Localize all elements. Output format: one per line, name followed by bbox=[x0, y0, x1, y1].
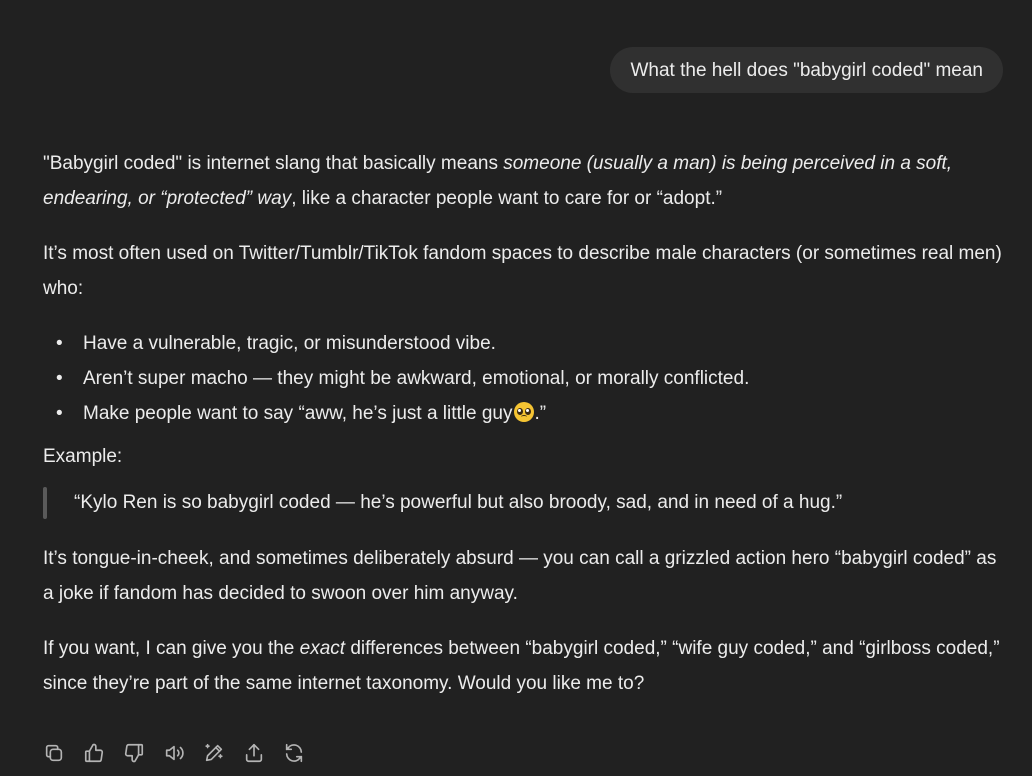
share-icon bbox=[245, 743, 263, 763]
bullet-list: • Have a vulnerable, tragic, or misunder… bbox=[43, 326, 1008, 431]
thumbs-down-button[interactable] bbox=[123, 739, 163, 767]
copy-button[interactable] bbox=[43, 739, 83, 767]
assistant-paragraph-1: "Babygirl coded" is internet slang that … bbox=[43, 146, 1008, 216]
assistant-paragraph-2: It’s most often used on Twitter/Tumblr/T… bbox=[43, 243, 1002, 299]
read-aloud-icon bbox=[165, 745, 184, 761]
paragraph-text: , like a character people want to care f… bbox=[291, 188, 723, 209]
regenerate-icon bbox=[285, 743, 303, 763]
pleading-face-emoji bbox=[513, 402, 534, 422]
read-aloud-button[interactable] bbox=[163, 739, 203, 767]
message-actions-bar bbox=[43, 739, 323, 767]
assistant-message: "Babygirl coded" is internet slang that … bbox=[43, 146, 1008, 701]
list-item-text-end: .” bbox=[534, 403, 547, 424]
regenerate-button[interactable] bbox=[283, 739, 323, 767]
blockquote: “Kylo Ren is so babygirl coded — he’s po… bbox=[43, 485, 1008, 521]
user-message-row: What the hell does "babygirl coded" mean bbox=[610, 47, 1003, 93]
list-item-text: Have a vulnerable, tragic, or misunderst… bbox=[83, 333, 496, 354]
list-item: • Make people want to say “aww, he’s jus… bbox=[43, 396, 1008, 431]
list-item: • Aren’t super macho — they might be awk… bbox=[43, 361, 1008, 396]
share-button[interactable] bbox=[243, 739, 283, 767]
blockquote-text: “Kylo Ren is so babygirl coded — he’s po… bbox=[74, 492, 843, 513]
paragraph-italic-text: exact bbox=[299, 638, 346, 659]
copy-icon bbox=[45, 744, 63, 762]
edit-button[interactable] bbox=[203, 739, 243, 767]
assistant-paragraph-3: It’s tongue-in-cheek, and sometimes deli… bbox=[43, 548, 997, 604]
thumbs-up-button[interactable] bbox=[83, 739, 123, 767]
example-label: Example: bbox=[43, 446, 123, 467]
user-message-bubble: What the hell does "babygirl coded" mean bbox=[610, 47, 1003, 93]
thumbs-down-icon bbox=[124, 743, 144, 763]
paragraph-text: "Babygirl coded" is internet slang that … bbox=[43, 153, 504, 174]
bullet-marker: • bbox=[56, 368, 63, 389]
list-item: • Have a vulnerable, tragic, or misunder… bbox=[43, 326, 1008, 361]
blockquote-bar bbox=[43, 487, 47, 519]
edit-icon bbox=[205, 743, 223, 762]
list-item-text: Aren’t super macho — they might be awkwa… bbox=[83, 368, 750, 389]
thumbs-up-icon bbox=[84, 743, 104, 763]
bullet-marker: • bbox=[56, 403, 63, 424]
bullet-marker: • bbox=[56, 333, 63, 354]
list-item-text: Make people want to say “aww, he’s just … bbox=[83, 403, 513, 424]
paragraph-text: If you want, I can give you the bbox=[43, 638, 300, 659]
assistant-paragraph-4: If you want, I can give you the exact di… bbox=[43, 631, 1008, 701]
